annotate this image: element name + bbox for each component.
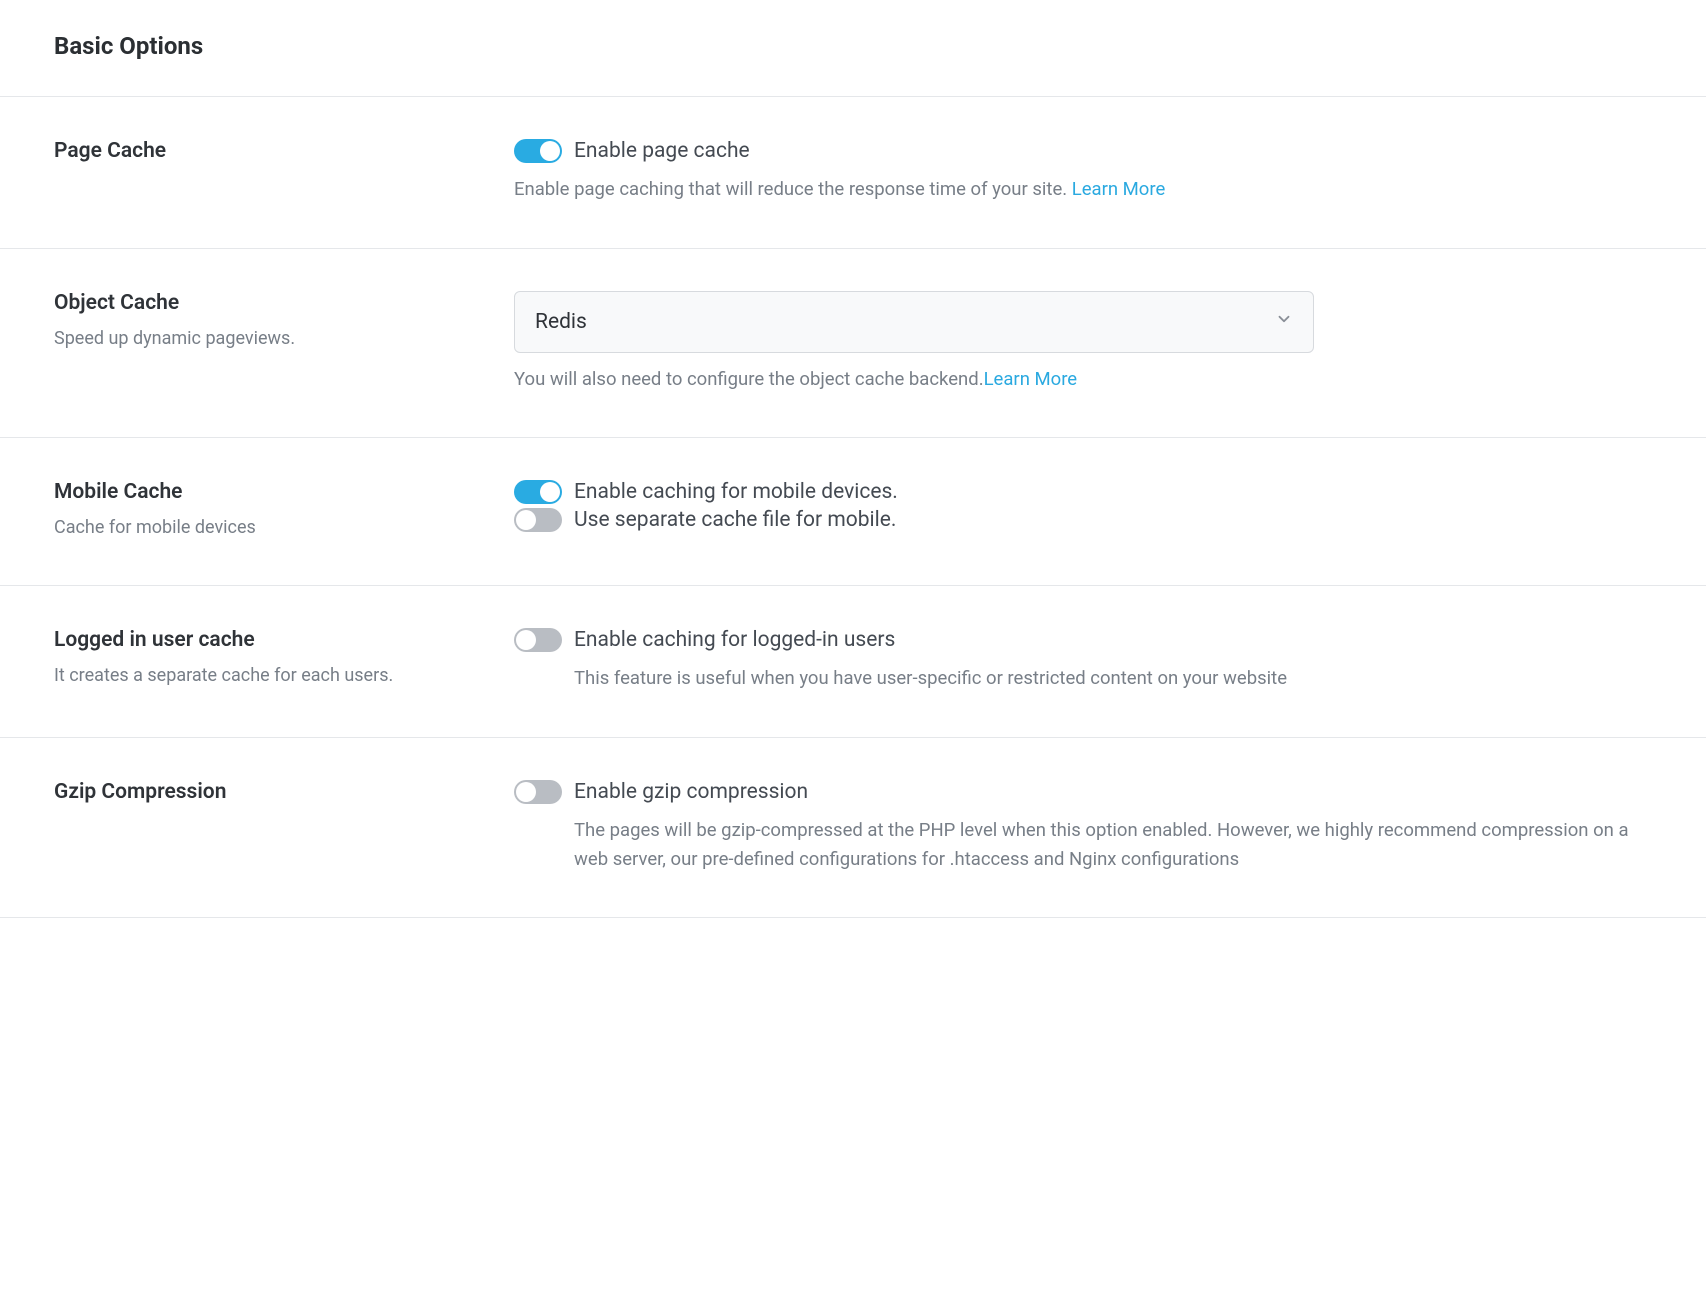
mobile-enable-toggle[interactable] <box>514 480 562 504</box>
gzip-title: Gzip Compression <box>54 780 484 804</box>
page-cache-learn-more-link[interactable]: Learn More <box>1072 178 1166 200</box>
object-cache-desc: You will also need to configure the obje… <box>514 365 1652 394</box>
section-object-cache: Object Cache Speed up dynamic pageviews.… <box>0 249 1706 439</box>
section-gzip: Gzip Compression Enable gzip compression… <box>0 738 1706 918</box>
gzip-toggle[interactable] <box>514 780 562 804</box>
page-cache-toggle[interactable] <box>514 139 562 163</box>
logged-in-toggle-label: Enable caching for logged-in users <box>574 628 895 652</box>
gzip-desc: The pages will be gzip-compressed at the… <box>574 816 1652 873</box>
section-page-cache: Page Cache Enable page cache Enable page… <box>0 97 1706 249</box>
gzip-toggle-label: Enable gzip compression <box>574 780 808 804</box>
page-cache-desc: Enable page caching that will reduce the… <box>514 175 1652 204</box>
object-cache-title: Object Cache <box>54 291 484 315</box>
section-logged-in-cache: Logged in user cache It creates a separa… <box>0 586 1706 738</box>
mobile-cache-sub: Cache for mobile devices <box>54 514 484 541</box>
logged-in-toggle[interactable] <box>514 628 562 652</box>
logged-in-title: Logged in user cache <box>54 628 484 652</box>
section-mobile-cache: Mobile Cache Cache for mobile devices En… <box>0 438 1706 586</box>
mobile-separate-toggle[interactable] <box>514 508 562 532</box>
object-cache-sub: Speed up dynamic pageviews. <box>54 325 484 352</box>
page-cache-title: Page Cache <box>54 139 484 163</box>
logged-in-sub: It creates a separate cache for each use… <box>54 662 484 689</box>
object-cache-select-value: Redis <box>535 310 587 334</box>
mobile-enable-label: Enable caching for mobile devices. <box>574 480 898 504</box>
chevron-down-icon <box>1275 310 1293 334</box>
object-cache-select[interactable]: Redis <box>514 291 1314 353</box>
object-cache-learn-more-link[interactable]: Learn More <box>984 368 1078 390</box>
mobile-separate-label: Use separate cache file for mobile. <box>574 508 896 532</box>
logged-in-desc: This feature is useful when you have use… <box>574 664 1652 693</box>
page-title: Basic Options <box>54 32 1652 60</box>
section-header: Basic Options <box>0 0 1706 97</box>
page-cache-toggle-label: Enable page cache <box>574 139 750 163</box>
mobile-cache-title: Mobile Cache <box>54 480 484 504</box>
